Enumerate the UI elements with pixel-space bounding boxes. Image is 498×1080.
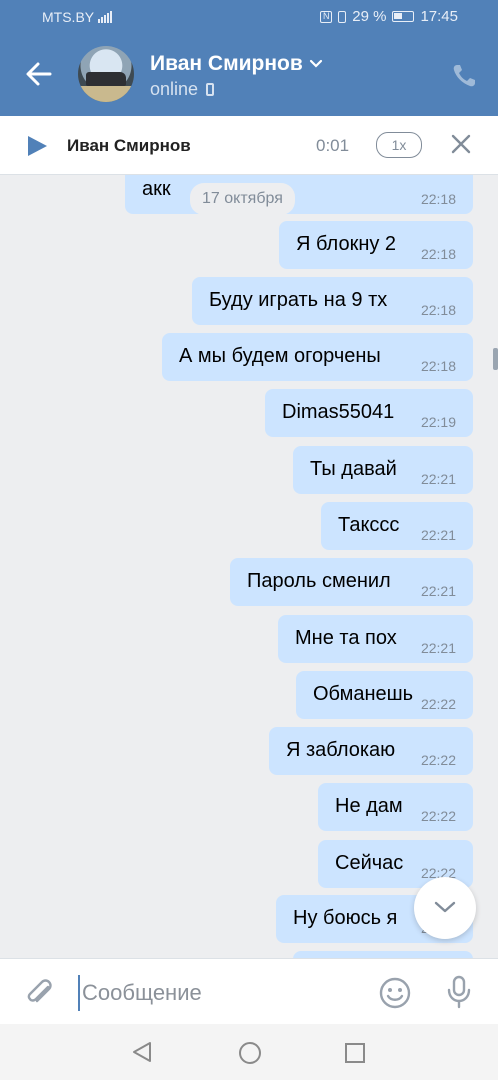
chat-header: Иван Смирнов online <box>0 34 498 116</box>
system-nav-bar <box>0 1024 498 1080</box>
emoji-button[interactable] <box>378 976 412 1015</box>
play-icon <box>28 136 47 156</box>
message-bubble[interactable]: Dimas55041 22:19 <box>265 389 473 437</box>
message-bubble[interactable]: Мне та пох 22:21 <box>278 615 473 663</box>
contact-status: online <box>150 79 215 100</box>
message-time: 22:22 <box>420 752 456 768</box>
vibrate-icon <box>338 10 347 23</box>
back-button[interactable] <box>20 54 60 94</box>
message-text: Ну боюсь я <box>293 907 398 929</box>
message-bubble[interactable]: акк 22:18 <box>125 175 473 214</box>
message-text: Ты давай <box>310 458 397 480</box>
chevron-down-icon <box>434 901 456 913</box>
nfc-icon: N <box>320 10 333 23</box>
message-time: 22:18 <box>420 358 456 374</box>
message-text: Dimas55041 <box>282 401 395 423</box>
message-time: 22:18 <box>420 246 456 262</box>
message-input[interactable] <box>78 975 364 1011</box>
message-time: 22:21 <box>420 527 456 543</box>
clock: 17:45 <box>420 8 458 25</box>
contact-name[interactable]: Иван Смирнов <box>150 52 323 76</box>
status-text: online <box>150 79 199 99</box>
message-bubble[interactable]: Я блокну 2 22:18 <box>279 221 473 269</box>
date-badge: 17 октября <box>190 183 295 215</box>
message-bubble[interactable]: Пароль сменил 22:21 <box>230 558 473 606</box>
circle-home-icon <box>239 1042 261 1064</box>
message-list[interactable]: акк 22:18 Я блокну 2 22:18 Буду играть н… <box>0 175 498 958</box>
audio-player: Иван Смирнов 0:01 1x <box>0 116 498 175</box>
close-player-button[interactable] <box>449 132 473 156</box>
scroll-down-button[interactable] <box>414 877 476 939</box>
play-button[interactable] <box>26 135 48 157</box>
message-bubble[interactable]: Ты давай 22:21 <box>293 446 473 494</box>
smile-icon <box>379 977 411 1009</box>
system-back-button[interactable] <box>130 1040 154 1069</box>
avatar[interactable] <box>78 46 134 102</box>
message-text: Я заблокаю <box>286 739 396 761</box>
paperclip-icon <box>27 979 52 1003</box>
message-text: Мне та пох <box>295 627 397 649</box>
player-elapsed: 0:01 <box>316 136 350 155</box>
message-time: 22:21 <box>420 640 456 656</box>
message-composer <box>0 958 498 1025</box>
message-time: 22:22 <box>420 808 456 824</box>
signal-icon <box>98 11 113 23</box>
message-bubble[interactable]: Не дам 22:22 <box>318 783 473 831</box>
phone-icon <box>453 65 475 87</box>
message-time: 22:18 <box>420 302 456 318</box>
arrow-left-icon <box>26 62 52 86</box>
message-text: Я блокну 2 <box>296 233 397 255</box>
message-text: Сейчас <box>335 852 404 874</box>
message-text: Обманешь <box>313 683 414 705</box>
message-bubble[interactable]: Таксcc 22:21 <box>321 502 473 550</box>
system-home-button[interactable] <box>238 1041 262 1070</box>
message-bubble[interactable]: Обманешь 22:22 <box>296 671 473 719</box>
mobile-icon <box>206 83 215 96</box>
message-time: 22:21 <box>420 583 456 599</box>
battery-percent: 29 % <box>352 8 387 25</box>
message-bubble[interactable]: А мы будем огорчены 22:18 <box>162 333 473 381</box>
message-time: 22:18 <box>420 191 456 207</box>
battery-icon <box>392 11 415 22</box>
status-bar: MTS.BY N 29 % 17:45 <box>0 0 498 34</box>
voice-record-button[interactable] <box>445 974 473 1015</box>
system-recents-button[interactable] <box>344 1042 366 1069</box>
chevron-down-icon <box>309 59 322 68</box>
message-text: акк <box>142 178 171 200</box>
message-bubble[interactable]: Буду играть на 9 тх 22:18 <box>192 277 473 325</box>
message-text: Буду играть на 9 тх <box>209 289 388 311</box>
message-bubble[interactable]: Я заблокаю 22:22 <box>269 727 473 775</box>
message-time: 22:21 <box>420 471 456 487</box>
message-text: Не дам <box>335 795 403 817</box>
message-time: 22:22 <box>420 696 456 712</box>
microphone-icon <box>447 975 471 1009</box>
attach-button[interactable] <box>24 977 56 1014</box>
triangle-back-icon <box>133 1042 151 1062</box>
close-icon <box>451 134 471 154</box>
contact-name-text: Иван Смирнов <box>150 52 303 75</box>
carrier-label: MTS.BY <box>42 9 95 25</box>
message-text: А мы будем огорчены <box>179 345 381 367</box>
player-title: Иван Смирнов <box>67 136 191 155</box>
scrollbar[interactable] <box>493 348 498 370</box>
playback-speed-button[interactable]: 1x <box>376 132 422 158</box>
message-time: 22:19 <box>420 414 456 430</box>
square-recents-icon <box>345 1043 365 1063</box>
message-bubble[interactable] <box>293 951 473 958</box>
message-text: Таксcc <box>338 514 400 536</box>
message-text: Пароль сменил <box>247 570 391 592</box>
call-button[interactable] <box>450 62 478 90</box>
